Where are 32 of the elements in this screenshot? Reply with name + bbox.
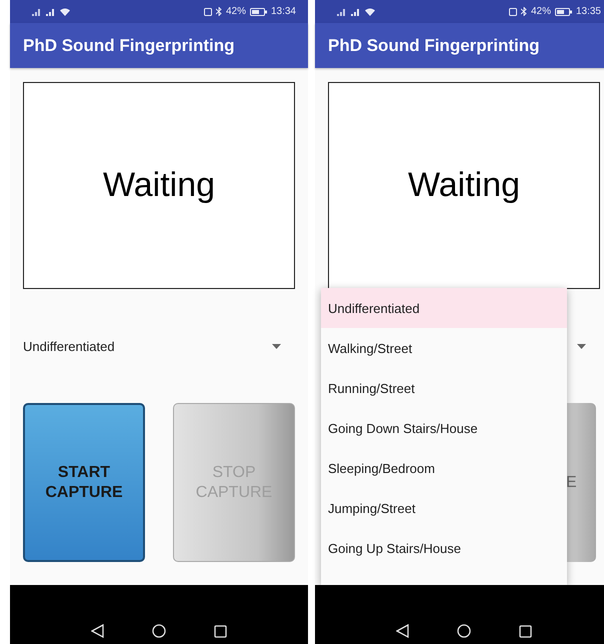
nfc-icon [204,8,212,16]
status-text: Waiting [408,166,520,205]
signal-icon [351,8,361,16]
start-capture-button[interactable]: START CAPTURE [23,403,145,562]
recents-icon[interactable] [519,625,532,638]
app-title: PhD Sound Fingerprinting [328,36,540,56]
nfc-icon [508,8,517,16]
battery-icon [554,8,572,16]
bluetooth-icon [520,7,527,16]
home-icon[interactable] [457,624,471,638]
signal-icon [337,8,347,16]
clock: 13:34 [270,6,296,17]
clock: 13:35 [576,6,601,17]
back-icon[interactable] [91,624,104,638]
home-icon[interactable] [152,624,166,638]
recents-icon[interactable] [214,625,227,638]
dropdown-caret-icon [272,344,281,348]
dropdown-caret-icon [577,344,586,348]
wifi-icon [365,8,375,16]
app-title: PhD Sound Fingerprinting [23,36,235,56]
back-icon[interactable] [396,624,409,638]
signal-icon [46,8,56,16]
activity-spinner[interactable]: Undifferentiated [23,326,281,366]
battery-percent: 42% [530,6,551,17]
signal-icon [32,8,42,16]
dropdown-option[interactable]: Undifferentiated [321,288,567,328]
dropdown-option[interactable]: Walking/Street [321,328,567,368]
battery-percent: 42% [226,6,246,17]
wifi-icon [60,8,70,16]
battery-icon [250,8,267,16]
bluetooth-icon [216,7,222,16]
status-text: Waiting [102,166,216,205]
